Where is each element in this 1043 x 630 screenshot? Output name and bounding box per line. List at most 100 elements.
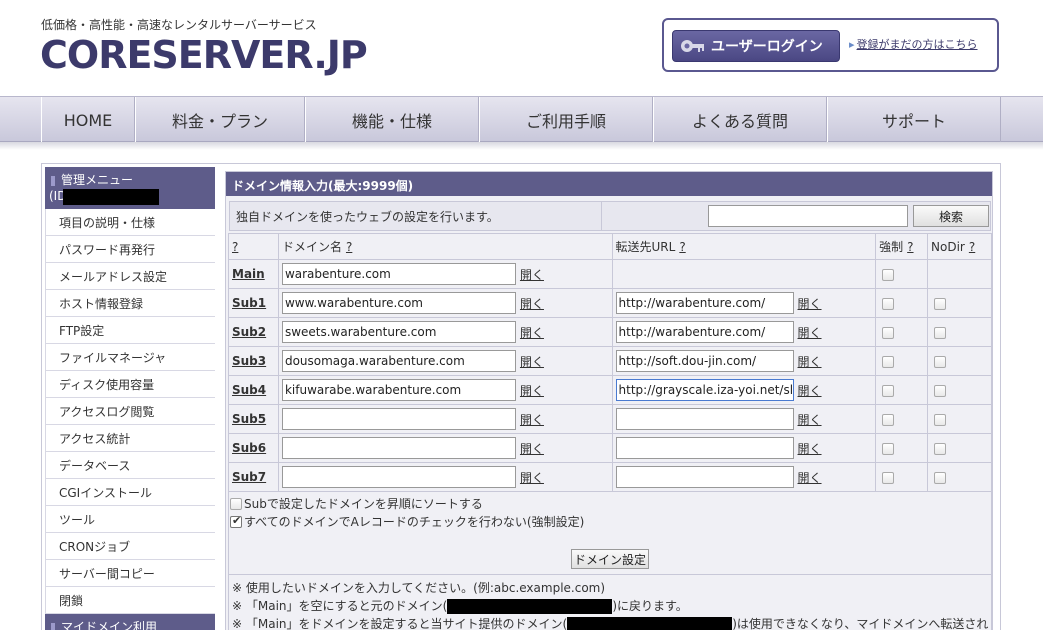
table-row: Sub6 開く 開く [228, 433, 992, 463]
force-checkbox[interactable] [882, 268, 895, 281]
force-checkbox[interactable] [882, 326, 895, 339]
url-input-sub7[interactable] [615, 466, 794, 488]
nav-support[interactable]: サポート [827, 97, 1001, 143]
url-input-sub4[interactable]: http://grayscale.iza-yoi.net/sl [615, 379, 794, 401]
domain-input-sub2[interactable]: sweets.warabenture.com [281, 321, 516, 343]
sidebar-item-cron[interactable]: CRONジョブ [45, 533, 215, 560]
nodir-checkbox[interactable] [934, 297, 947, 310]
open-link[interactable]: 開く [798, 413, 822, 427]
row-label-sub1[interactable]: Sub1 [232, 296, 266, 310]
arecord-checkbox[interactable] [230, 514, 242, 528]
open-link[interactable]: 開く [798, 471, 822, 485]
help-link-domain[interactable]: ? [346, 240, 352, 254]
help-link-force[interactable]: ? [907, 240, 913, 254]
sidebar-item-ftp[interactable]: FTP設定 [45, 317, 215, 344]
url-input-sub5[interactable] [615, 408, 794, 430]
force-checkbox[interactable] [882, 413, 895, 426]
domain-input-main[interactable]: warabenture.com [281, 263, 516, 285]
sidebar-item-host[interactable]: ホスト情報登録 [45, 290, 215, 317]
sidebar-item-tools[interactable]: ツール [45, 506, 215, 533]
sidebar-item-server-copy[interactable]: サーバー間コピー [45, 560, 215, 587]
col-domain: ドメイン名 [281, 240, 342, 254]
open-link[interactable]: 開く [798, 442, 822, 456]
nav-features[interactable]: 機能・仕様 [305, 97, 479, 143]
nodir-checkbox[interactable] [934, 384, 947, 397]
row-label-sub2[interactable]: Sub2 [232, 325, 266, 339]
sidebar-item-disk[interactable]: ディスク使用容量 [45, 371, 215, 398]
row-label-sub6[interactable]: Sub6 [232, 441, 266, 455]
nodir-checkbox[interactable] [934, 471, 947, 484]
force-checkbox[interactable] [882, 471, 895, 484]
nodir-checkbox[interactable] [934, 413, 947, 426]
note-text: )は使用できなくなり、マイドメインへ転送され [732, 617, 989, 630]
domain-input-sub1[interactable]: www.warabenture.com [281, 292, 516, 314]
sidebar-item-mail[interactable]: メールアドレス設定 [45, 263, 215, 290]
sidebar-title: 管理メニュー [51, 171, 209, 188]
row-label-sub5[interactable]: Sub5 [232, 412, 266, 426]
table-header-row: ? ドメイン名? 転送先URL? 強制? NoDir? [228, 233, 992, 260]
sort-option[interactable]: Subで設定したドメインを昇順にソートする [230, 495, 483, 512]
open-link[interactable]: 開く [520, 297, 544, 311]
sidebar-item-password[interactable]: パスワード再発行 [45, 236, 215, 263]
nav-pricing[interactable]: 料金・プラン [135, 97, 305, 143]
domain-input-sub6[interactable] [281, 437, 516, 459]
sidebar-item-access-stats[interactable]: アクセス統計 [45, 425, 215, 452]
panel-description: 独自ドメインを使ったウェブの設定を行います。 [236, 210, 499, 224]
domain-input-sub3[interactable]: dousomaga.warabenture.com [281, 350, 516, 372]
help-link-nodir[interactable]: ? [969, 240, 975, 254]
table-row: Main warabenture.com 開く [228, 259, 992, 289]
note-line: ※ 「Main」をドメインを設定すると当サイト提供のドメイン()は使用できなくな… [232, 615, 988, 630]
help-link[interactable]: ? [232, 240, 238, 254]
search-button[interactable]: 検索 [913, 205, 989, 227]
force-checkbox[interactable] [882, 355, 895, 368]
row-label-main[interactable]: Main [232, 267, 265, 281]
domain-input-sub5[interactable] [281, 408, 516, 430]
open-link[interactable]: 開く [520, 442, 544, 456]
note-text: ※ 「Main」を空にすると元のドメイン( [232, 599, 448, 613]
nav-home[interactable]: HOME [41, 97, 135, 143]
open-link[interactable]: 開く [798, 355, 822, 369]
open-link[interactable]: 開く [798, 297, 822, 311]
open-link[interactable]: 開く [520, 326, 544, 340]
domain-input-sub4[interactable]: kifuwarabe.warabenture.com [281, 379, 516, 401]
help-link-url[interactable]: ? [679, 240, 685, 254]
arecord-option[interactable]: すべてのドメインでAレコードのチェックを行わない(強制設定) [230, 513, 584, 530]
register-link[interactable]: 登録がまだの方はこちら [849, 36, 978, 52]
nav-faq[interactable]: よくある質問 [653, 97, 827, 143]
open-link[interactable]: 開く [520, 355, 544, 369]
row-label-sub3[interactable]: Sub3 [232, 354, 266, 368]
url-input-sub2[interactable]: http://warabenture.com/ [615, 321, 794, 343]
force-checkbox[interactable] [882, 442, 895, 455]
open-link[interactable]: 開く [798, 384, 822, 398]
domain-input-sub7[interactable] [281, 466, 516, 488]
nodir-checkbox[interactable] [934, 326, 947, 339]
user-login-label: ユーザーログイン [711, 39, 823, 55]
site-logo[interactable]: CORESERVER.JP [40, 33, 368, 77]
row-label-sub4[interactable]: Sub4 [232, 383, 266, 397]
open-link[interactable]: 開く [520, 384, 544, 398]
sidebar-item-file-manager[interactable]: ファイルマネージャ [45, 344, 215, 371]
open-link[interactable]: 開く [520, 413, 544, 427]
note-line: ※ 使用したいドメインを入力してください。(例:abc.example.com) [232, 581, 606, 595]
open-link[interactable]: 開く [520, 471, 544, 485]
url-input-sub6[interactable] [615, 437, 794, 459]
sidebar-item-close[interactable]: 閉鎖 [45, 587, 215, 614]
sidebar-item-spec[interactable]: 項目の説明・仕様 [45, 209, 215, 236]
domain-submit-button[interactable]: ドメイン設定 [571, 549, 649, 569]
sidebar-item-database[interactable]: データベース [45, 452, 215, 479]
nav-procedure[interactable]: ご利用手順 [479, 97, 653, 143]
sidebar-item-access-log[interactable]: アクセスログ閲覧 [45, 398, 215, 425]
sort-checkbox[interactable] [230, 497, 242, 510]
open-link[interactable]: 開く [520, 268, 544, 282]
force-checkbox[interactable] [882, 384, 895, 397]
url-input-sub1[interactable]: http://warabenture.com/ [615, 292, 794, 314]
force-checkbox[interactable] [882, 297, 895, 310]
sidebar-item-cgi[interactable]: CGIインストール [45, 479, 215, 506]
open-link[interactable]: 開く [798, 326, 822, 340]
user-login-button[interactable]: ユーザーログイン [672, 30, 840, 62]
row-label-sub7[interactable]: Sub7 [232, 470, 266, 484]
nodir-checkbox[interactable] [934, 442, 947, 455]
nodir-checkbox[interactable] [934, 355, 947, 368]
url-input-sub3[interactable]: http://soft.dou-jin.com/ [615, 350, 794, 372]
search-input[interactable] [708, 205, 908, 227]
